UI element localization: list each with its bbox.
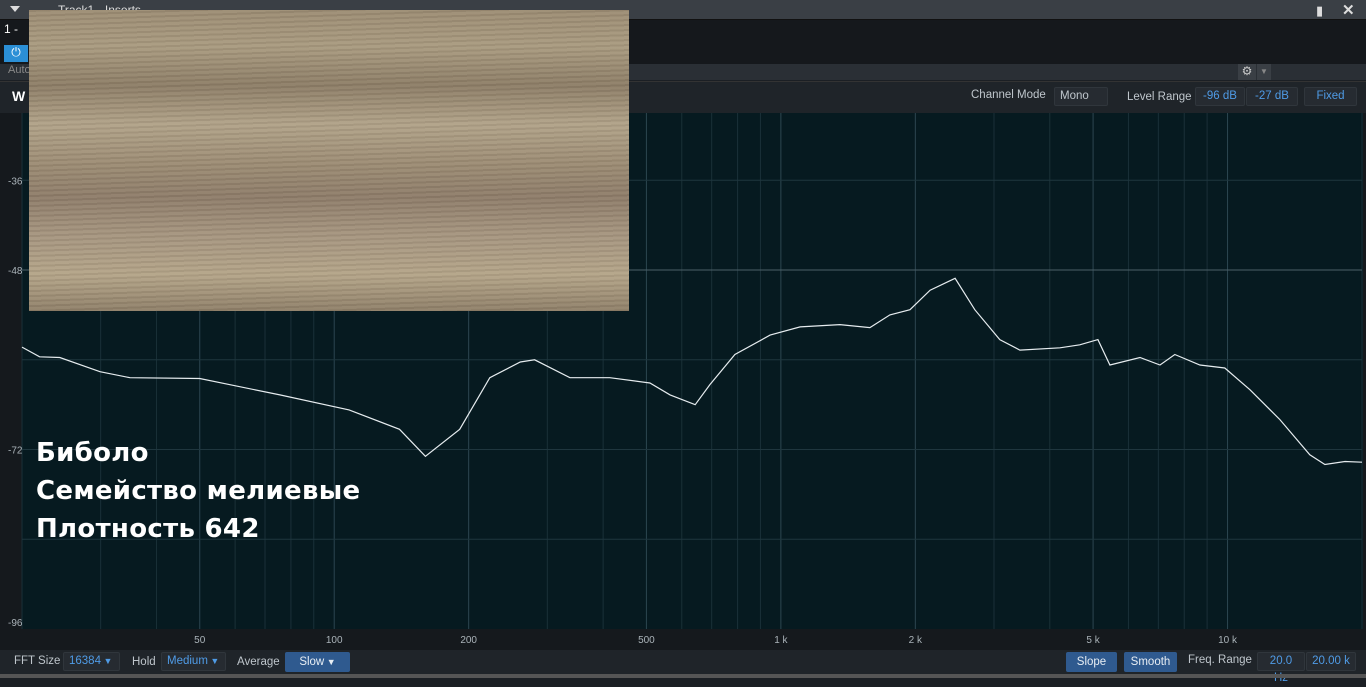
- freq-range-label: Freq. Range: [1188, 654, 1252, 666]
- power-icon[interactable]: ⏻: [4, 45, 28, 62]
- y-tick-label: -72: [8, 446, 23, 457]
- wood-family: Семейство мелиевые: [36, 476, 361, 506]
- close-icon[interactable]: ✕: [1342, 1, 1355, 19]
- slope-button[interactable]: Slope: [1066, 652, 1117, 672]
- pin-icon[interactable]: ▮: [1316, 3, 1323, 19]
- wood-name: Биболо: [36, 438, 149, 468]
- fft-size-select[interactable]: 16384: [63, 652, 120, 671]
- wood-sample-photo: [29, 10, 629, 311]
- scroll-edge: [0, 674, 1366, 678]
- wood-info: Биболо Семейство мелиевые Плотность 642: [36, 434, 360, 548]
- channel-mode-label: Channel Mode: [971, 89, 1046, 101]
- average-select[interactable]: Slow: [285, 652, 350, 672]
- collapse-icon[interactable]: [10, 6, 20, 12]
- hold-select[interactable]: Medium: [161, 652, 226, 671]
- x-tick-label: 100: [326, 635, 343, 646]
- freq-min-field[interactable]: 20.0 Hz: [1257, 652, 1305, 684]
- level-max-field[interactable]: -27 dB: [1246, 87, 1298, 106]
- x-tick-label: 1 k: [774, 635, 788, 646]
- level-min-field[interactable]: -96 dB: [1195, 87, 1245, 106]
- fixed-button[interactable]: Fixed: [1304, 87, 1357, 106]
- freq-max-field[interactable]: 20.00 k: [1306, 652, 1356, 671]
- logo: W: [12, 88, 26, 104]
- fft-size-label: FFT Size: [14, 655, 61, 667]
- average-label: Average: [237, 656, 280, 668]
- channel-mode-select[interactable]: Mono: [1054, 87, 1108, 106]
- y-tick-label: -48: [8, 266, 23, 277]
- level-range-label: Level Range: [1127, 91, 1192, 103]
- y-tick-label: -96: [8, 618, 23, 629]
- x-tick-label: 5 k: [1086, 635, 1100, 646]
- hold-label: Hold: [132, 656, 156, 668]
- wood-density: Плотность 642: [36, 514, 260, 544]
- chevron-down-icon[interactable]: ▼: [1257, 64, 1271, 80]
- x-tick-label: 500: [638, 635, 655, 646]
- preset-field[interactable]: [1273, 64, 1363, 80]
- slot-label: 1 -: [4, 22, 19, 36]
- x-tick-label: 200: [460, 635, 477, 646]
- smooth-button[interactable]: Smooth: [1124, 652, 1177, 672]
- x-tick-label: 50: [194, 635, 206, 646]
- y-tick-label: -36: [8, 176, 23, 187]
- x-tick-label: 10 k: [1218, 635, 1238, 646]
- gear-icon[interactable]: ⚙: [1238, 64, 1256, 80]
- x-tick-label: 2 k: [909, 635, 923, 646]
